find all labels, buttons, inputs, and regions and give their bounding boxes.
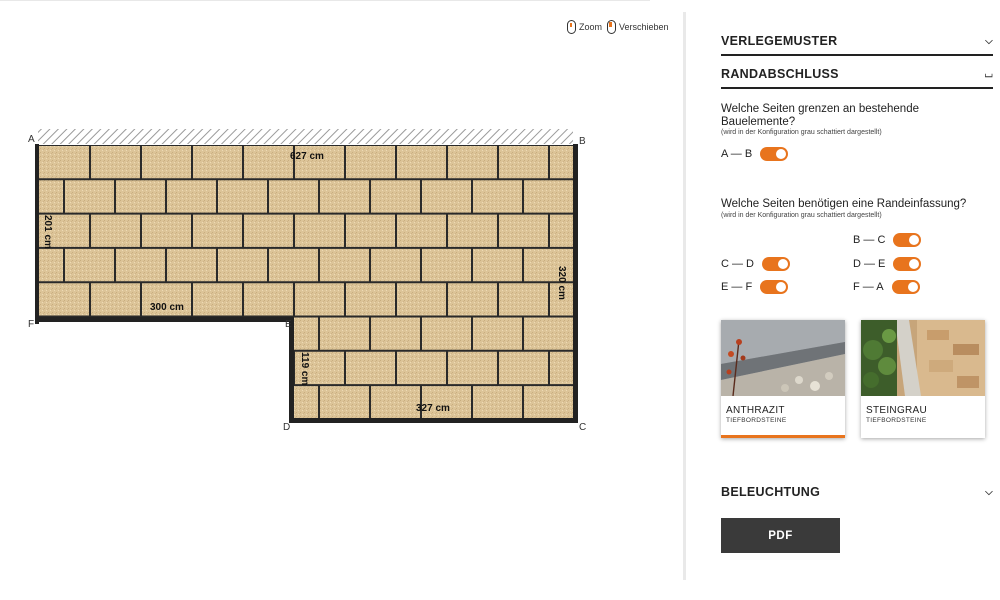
edging-f-a — [35, 144, 39, 324]
toggle-label-e-f: E — F — [721, 281, 753, 293]
corner-label-a: A — [28, 134, 35, 145]
option-name: STEINGRAU — [866, 405, 928, 416]
anthrazit-curb-photo — [721, 320, 845, 396]
section-rule — [721, 54, 993, 56]
toggle-label-c-d: C — D — [721, 258, 754, 270]
corner-label-b: B — [579, 136, 586, 147]
toggle-c-d[interactable] — [762, 257, 790, 271]
toggle-row-a-b: A — B — [721, 147, 789, 161]
existing-element-hatch — [38, 129, 573, 144]
section-verlegemuster-title: VERLEGEMUSTER — [721, 34, 838, 48]
toggle-row-d-e: D — E — [853, 257, 922, 271]
dimension-left: 201 cm — [42, 215, 53, 249]
chevron-up-icon: ⌴ — [984, 68, 993, 80]
pdf-button[interactable]: PDF — [721, 518, 840, 553]
paving-plan-canvas[interactable]: Zoom Verschieben A B C D E F 627 cm 300 … — [0, 0, 684, 600]
toggle-b-c[interactable] — [893, 233, 922, 247]
section-rule — [721, 87, 993, 89]
option-name: ANTHRAZIT — [726, 405, 785, 416]
edging-e-f — [35, 317, 294, 322]
chevron-down-icon: ⌵ — [985, 35, 993, 47]
corner-label-d: D — [283, 422, 290, 433]
chevron-down-icon: ⌵ — [985, 486, 993, 498]
dimension-right: 320 cm — [556, 266, 567, 300]
question-edging: Welche Seiten benötigen eine Randeinfass… — [721, 198, 967, 210]
option-subtitle: TIEFBORDSTEINE — [726, 417, 787, 424]
section-randabschluss-title: RANDABSCHLUSS — [721, 67, 839, 81]
edging-d-e — [289, 317, 294, 423]
edging-b-c — [573, 144, 578, 423]
question-existing-elements: Welche Seiten grenzen an bestehende Baue… — [721, 103, 919, 128]
toggle-a-b[interactable] — [760, 147, 789, 161]
edging-option-steingrau[interactable]: STEINGRAU TIEFBORDSTEINE — [861, 320, 985, 438]
corner-label-f: F — [28, 319, 34, 330]
section-randabschluss-header[interactable]: RANDABSCHLUSS ⌴ — [721, 67, 993, 81]
toggle-label-f-a: F — A — [853, 281, 884, 293]
section-beleuchtung-header[interactable]: BELEUCHTUNG ⌵ — [721, 485, 993, 499]
toggle-row-f-a: F — A — [853, 280, 920, 294]
plan-drawing: A B C D E F 627 cm 300 cm 327 cm 201 cm … — [28, 129, 586, 433]
configurator-screen: Zoom Verschieben A B C D E F 627 cm 300 … — [0, 0, 1000, 600]
edging-option-anthrazit[interactable]: ANTHRAZIT TIEFBORDSTEINE — [721, 320, 845, 438]
dimension-top: 627 cm — [290, 151, 324, 162]
settings-panel: VERLEGEMUSTER ⌵ RANDABSCHLUSS ⌴ Welche S… — [721, 0, 993, 600]
steingrau-curb-photo — [861, 320, 985, 396]
question-edging-note: (wird in der Konfiguration grau schattie… — [721, 212, 882, 219]
toggle-d-e[interactable] — [893, 257, 922, 271]
toggle-row-e-f: E — F — [721, 280, 789, 294]
corner-label-e: E — [285, 319, 292, 330]
dimension-bottom: 327 cm — [416, 403, 450, 414]
toggle-label-b-c: B — C — [853, 234, 886, 246]
toggle-row-c-d: C — D — [721, 257, 790, 271]
toggle-f-a[interactable] — [891, 280, 920, 294]
panel-divider — [683, 12, 686, 580]
toggle-label-a-b: A — B — [721, 148, 753, 160]
corner-label-c: C — [579, 422, 586, 433]
dimension-inner-horizontal: 300 cm — [150, 302, 184, 313]
selected-indicator — [721, 435, 845, 438]
edging-c-d — [289, 418, 578, 423]
section-verlegemuster-header[interactable]: VERLEGEMUSTER ⌵ — [721, 34, 993, 48]
question-existing-elements-note: (wird in der Konfiguration grau schattie… — [721, 129, 882, 136]
section-beleuchtung-title: BELEUCHTUNG — [721, 485, 821, 499]
toggle-label-d-e: D — E — [853, 258, 886, 270]
toggle-row-b-c: B — C — [853, 233, 922, 247]
option-subtitle: TIEFBORDSTEINE — [866, 417, 927, 424]
dimension-inner-vertical: 119 cm — [299, 352, 310, 385]
toggle-e-f[interactable] — [760, 280, 789, 294]
